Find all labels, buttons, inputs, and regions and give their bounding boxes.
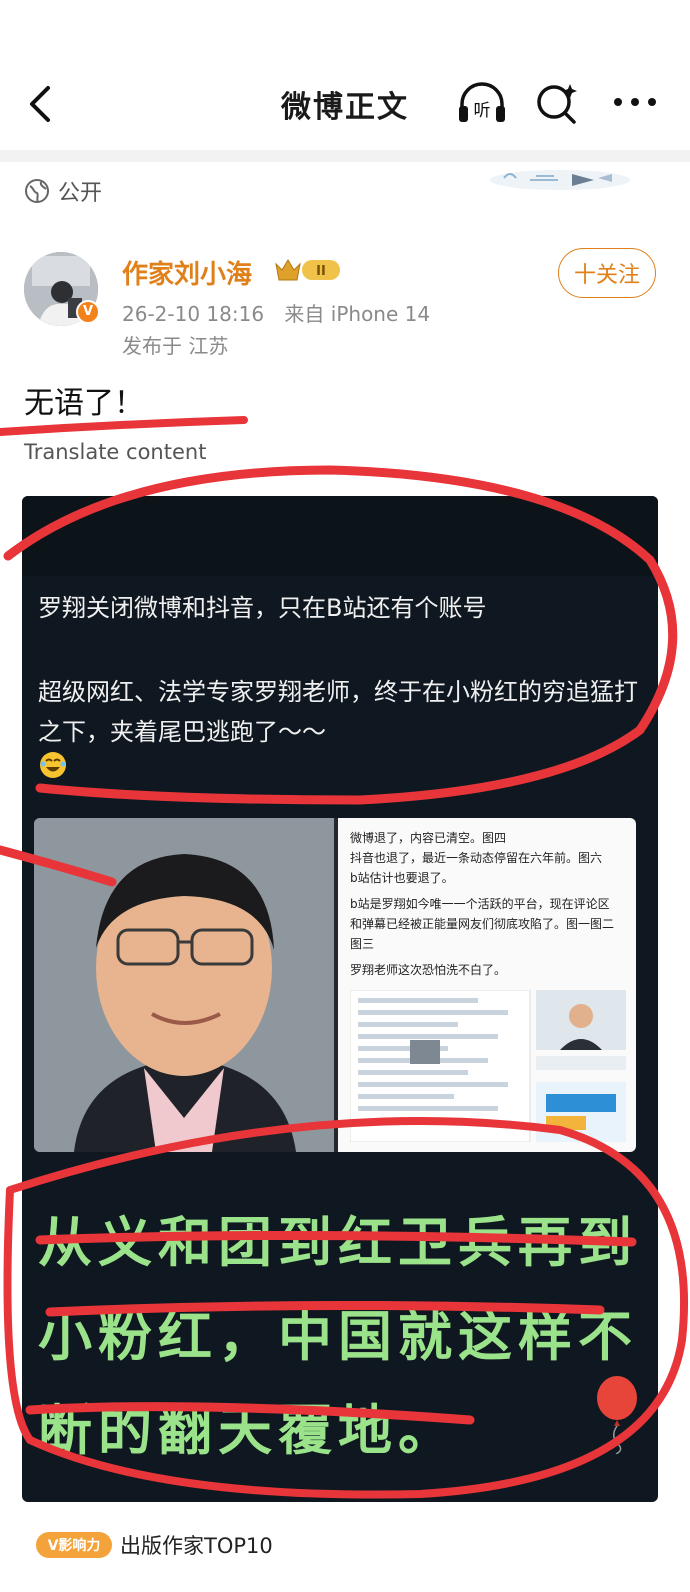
more-dots-icon — [614, 98, 656, 106]
listen-button[interactable]: 听 — [456, 78, 508, 128]
balloon-icon — [597, 1376, 637, 1454]
image-green-text: 从义和团到红卫兵再到小粉红，中国就这样不断的翻天覆地。 — [38, 1211, 638, 1462]
visibility-label: 公开 — [58, 181, 103, 206]
post-location: 发布于 江苏 — [122, 334, 229, 358]
image-caption-headline: 罗翔关闭微博和抖音，只在B站还有个账号 — [38, 594, 487, 622]
top-navigation-bar: 微博正文 听 — [0, 0, 690, 160]
author-name[interactable]: 作家刘小海 — [122, 254, 252, 291]
influence-badge: V影响力 — [36, 1532, 112, 1558]
author-influence-row[interactable]: V影响力 出版作家TOP10 — [36, 1530, 273, 1560]
portrait-photo — [34, 818, 334, 1152]
screen-text-line: 和弹幕已经被正能量网友们彻底攻陷了。图一图二 — [350, 917, 615, 931]
post-image[interactable]: 罗翔关闭微博和抖音，只在B站还有个账号 超级网红、法学专家罗翔老师，终于在小粉红… — [22, 496, 658, 1502]
listen-label: 听 — [474, 101, 491, 121]
globe-icon — [25, 179, 49, 203]
more-options-button[interactable] — [610, 82, 660, 122]
collage-photo: 微博退了，内容已清空。图四 抖音也退了，最近一条动态停留在六年前。图六 b站估计… — [34, 818, 636, 1152]
translate-link[interactable]: Translate content — [24, 440, 206, 464]
decoration-illustration — [490, 170, 630, 190]
level-badge-text: II — [316, 264, 326, 279]
post-source: 来自 iPhone 14 — [284, 302, 431, 326]
crown-level-badge: II — [275, 259, 340, 281]
screen-text-line: 抖音也退了，最近一条动态停留在六年前。图六 — [350, 851, 603, 865]
screenshot-thumbnails — [350, 990, 626, 1142]
screen-text-line: 图三 — [350, 937, 375, 951]
page-title: 微博正文 — [281, 90, 409, 125]
verified-badge: V — [76, 300, 100, 324]
screen-text-line: b站是罗翔如今唯一一个活跃的平台，现在评论区 — [350, 897, 610, 911]
image-caption-body: 超级网红、法学专家罗翔老师，终于在小粉红的穷追猛打之下，夹着尾巴逃跑了～～ — [38, 678, 638, 746]
image-top-strip — [22, 496, 658, 576]
post-timestamp: 26-2-10 18:16 — [122, 302, 265, 326]
portrait-illustration — [34, 818, 334, 1152]
search-sparkle-icon — [537, 84, 577, 124]
visibility-indicator: 公开 — [24, 176, 102, 206]
screen-text-line: b站估计也要退了。 — [350, 871, 454, 885]
post-meta: 26-2-10 18:16 来自 iPhone 14 — [122, 298, 444, 327]
screen-text-line: 罗翔老师这次恐怕洗不白了。 — [350, 963, 507, 977]
follow-button[interactable]: 十关注 — [558, 248, 656, 298]
headphones-icon: 听 — [459, 82, 505, 122]
post-text: 无语了！ — [24, 386, 144, 421]
screen-text-line: 微博退了，内容已清空。图四 — [350, 831, 507, 845]
rank-label: 出版作家TOP10 — [120, 1534, 273, 1558]
screenshot-photo: 微博退了，内容已清空。图四 抖音也退了，最近一条动态停留在六年前。图六 b站估计… — [338, 818, 636, 1152]
laughing-emoji-icon — [40, 752, 66, 778]
ai-search-button[interactable] — [534, 80, 580, 126]
